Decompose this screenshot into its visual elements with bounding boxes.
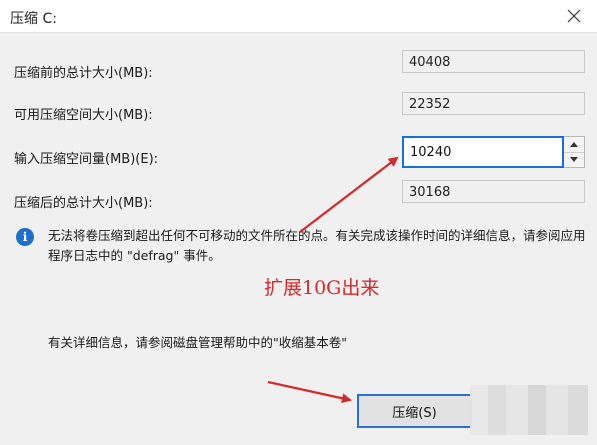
shrink-button[interactable]: 压缩(S): [357, 394, 472, 428]
spin-up-button[interactable]: [564, 137, 584, 153]
title-bar: 压缩 C:: [0, 0, 597, 32]
total-before-label: 压缩前的总计大小(MB):: [14, 66, 153, 81]
shrink-amount-stepper: [402, 136, 585, 168]
info-message: 无法将卷压缩到超出任何不可移动的文件所在的点。有关完成该操作时间的详细信息，请参…: [48, 228, 586, 263]
available-space-label: 可用压缩空间大小(MB):: [14, 108, 153, 123]
shrink-amount-label: 输入压缩空间量(MB)(E):: [14, 152, 159, 167]
help-message: 有关详细信息，请参阅磁盘管理帮助中的"收缩基本卷": [48, 335, 348, 350]
shrink-amount-input[interactable]: [402, 136, 564, 168]
blurred-button-area: [470, 385, 588, 435]
total-before-value: 40408: [402, 50, 585, 73]
close-button[interactable]: [557, 2, 591, 30]
total-after-value: 30168: [402, 180, 585, 203]
close-icon: [567, 9, 581, 23]
available-space-value: 22352: [402, 92, 585, 115]
spin-up-icon: [570, 142, 578, 147]
spin-down-button[interactable]: [564, 152, 584, 167]
spin-down-icon: [570, 157, 578, 162]
window-title: 压缩 C:: [10, 11, 57, 27]
annotation-text: 扩展10G出来: [264, 277, 380, 299]
total-after-label: 压缩后的总计大小(MB):: [14, 196, 153, 211]
info-icon: i: [16, 228, 34, 246]
spin-buttons: [564, 136, 585, 168]
